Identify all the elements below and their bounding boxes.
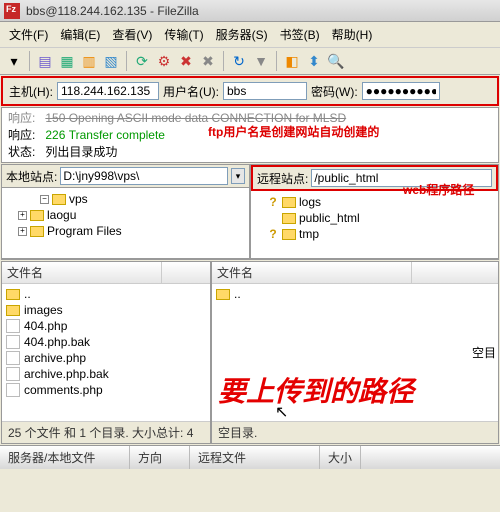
col-size[interactable]: 大小 bbox=[320, 446, 361, 469]
folder-icon bbox=[52, 194, 66, 205]
folder-up-icon bbox=[6, 289, 20, 300]
folder-icon bbox=[282, 213, 296, 224]
tree-node[interactable]: tmp bbox=[299, 227, 319, 241]
message-log: 响应: 150 Opening ASCII mode data CONNECTI… bbox=[1, 107, 499, 163]
transfer-queue-header: 服务器/本地文件 方向 远程文件 大小 bbox=[0, 445, 500, 469]
folder-icon bbox=[282, 197, 296, 208]
reconnect-icon[interactable]: ↻ bbox=[229, 51, 249, 71]
col-direction[interactable]: 方向 bbox=[130, 446, 190, 469]
local-pane: 本地站点: ▾ − vps + laogu + Program Files bbox=[1, 164, 250, 260]
annotation-ftp-user: ftp用户名是创建网站自动创建的 bbox=[208, 124, 379, 141]
list-item[interactable]: archive.php bbox=[24, 351, 86, 365]
menu-server[interactable]: 服务器(S) bbox=[213, 25, 271, 44]
unknown-icon: ? bbox=[267, 195, 279, 209]
pass-input[interactable] bbox=[362, 82, 440, 100]
list-item[interactable]: .. bbox=[24, 287, 31, 301]
folder-icon bbox=[30, 226, 44, 237]
menu-bookmarks[interactable]: 书签(B) bbox=[277, 25, 323, 44]
user-input[interactable] bbox=[223, 82, 307, 100]
local-list-header: 文件名 bbox=[2, 262, 210, 284]
window-title: bbs@118.244.162.135 - FileZilla bbox=[26, 4, 199, 18]
local-tree[interactable]: − vps + laogu + Program Files bbox=[2, 188, 249, 259]
app-icon bbox=[4, 3, 20, 19]
disconnect-icon[interactable]: ✖ bbox=[198, 51, 218, 71]
php-file-icon bbox=[6, 383, 20, 397]
remote-file-pane: 文件名 .. 空目 空目录. bbox=[211, 261, 499, 444]
folder-icon bbox=[282, 229, 296, 240]
local-file-list[interactable]: .. images 404.php 404.php.bak archive.ph… bbox=[2, 284, 210, 421]
tree-node[interactable]: vps bbox=[69, 192, 88, 206]
toggle-log-icon[interactable]: ▦ bbox=[57, 51, 77, 71]
compare-icon[interactable]: ◧ bbox=[282, 51, 302, 71]
process-queue-icon[interactable]: ⚙ bbox=[154, 51, 174, 71]
annotation-web-path: web程序路径 bbox=[403, 181, 474, 198]
list-item[interactable]: archive.php.bak bbox=[24, 367, 109, 381]
local-site-label: 本地站点: bbox=[6, 168, 57, 185]
log-line: 状态: 列出目录成功 bbox=[8, 144, 492, 161]
menu-edit[interactable]: 编辑(E) bbox=[57, 25, 103, 44]
toggle-tree-icon[interactable]: ▥ bbox=[79, 51, 99, 71]
col-filename[interactable]: 文件名 bbox=[2, 262, 162, 283]
dropdown-icon[interactable]: ▾ bbox=[231, 168, 245, 184]
toolbar: ▾ ▤ ▦ ▥ ▧ ⟳ ⚙ ✖ ✖ ↻ ▼ ◧ ⬍ 🔍 bbox=[0, 48, 500, 75]
sitemanager-icon[interactable]: ▤ bbox=[35, 51, 55, 71]
tree-node[interactable]: logs bbox=[299, 195, 321, 209]
folder-icon bbox=[30, 210, 44, 221]
filter-icon[interactable]: ▼ bbox=[251, 51, 271, 71]
folder-up-icon bbox=[216, 289, 230, 300]
menu-help[interactable]: 帮助(H) bbox=[329, 25, 376, 44]
pass-label: 密码(W): bbox=[311, 83, 358, 100]
col-remote-file[interactable]: 远程文件 bbox=[190, 446, 320, 469]
local-status: 25 个文件 和 1 个目录. 大小总计: 4 bbox=[2, 421, 210, 443]
host-input[interactable] bbox=[57, 82, 159, 100]
collapse-icon[interactable]: − bbox=[40, 195, 49, 204]
col-server-local[interactable]: 服务器/本地文件 bbox=[0, 446, 130, 469]
quickconnect-bar: 主机(H): 用户名(U): 密码(W): bbox=[1, 76, 499, 106]
host-label: 主机(H): bbox=[9, 83, 53, 100]
toggle-queue-icon[interactable]: ▧ bbox=[101, 51, 121, 71]
list-item[interactable]: comments.php bbox=[24, 383, 103, 397]
connect-icon[interactable]: ▾ bbox=[4, 51, 24, 71]
list-item[interactable]: images bbox=[24, 303, 63, 317]
file-icon bbox=[6, 335, 20, 349]
sync-icon[interactable]: ⬍ bbox=[304, 51, 324, 71]
tree-node[interactable]: public_html bbox=[299, 211, 360, 225]
expand-icon[interactable]: + bbox=[18, 211, 27, 220]
menu-view[interactable]: 查看(V) bbox=[109, 25, 155, 44]
search-icon[interactable]: 🔍 bbox=[326, 51, 346, 71]
menubar: 文件(F) 编辑(E) 查看(V) 传输(T) 服务器(S) 书签(B) 帮助(… bbox=[0, 22, 500, 48]
menu-transfer[interactable]: 传输(T) bbox=[161, 25, 206, 44]
list-item[interactable]: 404.php bbox=[24, 319, 67, 333]
list-item[interactable]: 404.php.bak bbox=[24, 335, 90, 349]
file-icon bbox=[6, 367, 20, 381]
remote-status: 空目录. bbox=[212, 421, 498, 443]
annotation-upload-path: 要上传到的路径 bbox=[218, 370, 414, 410]
local-file-pane: 文件名 .. images 404.php 404.php.bak archiv… bbox=[1, 261, 211, 444]
user-label: 用户名(U): bbox=[163, 83, 219, 100]
remote-list-header: 文件名 bbox=[212, 262, 498, 284]
err-text: 空目 bbox=[472, 344, 496, 361]
refresh-icon[interactable]: ⟳ bbox=[132, 51, 152, 71]
col-filename[interactable]: 文件名 bbox=[212, 262, 412, 283]
folder-icon bbox=[6, 305, 20, 316]
remote-pane: 远程站点: ? logs public_html ? tmp bbox=[250, 164, 499, 260]
tree-node[interactable]: Program Files bbox=[47, 224, 122, 238]
php-file-icon bbox=[6, 319, 20, 333]
remote-tree[interactable]: ? logs public_html ? tmp bbox=[251, 191, 498, 259]
remote-site-label: 远程站点: bbox=[257, 170, 308, 187]
expand-icon[interactable]: + bbox=[18, 227, 27, 236]
cancel-icon[interactable]: ✖ bbox=[176, 51, 196, 71]
unknown-icon: ? bbox=[267, 227, 279, 241]
menu-file[interactable]: 文件(F) bbox=[6, 25, 51, 44]
local-path-input[interactable] bbox=[60, 167, 228, 185]
list-item[interactable]: .. bbox=[234, 287, 241, 301]
php-file-icon bbox=[6, 351, 20, 365]
tree-node[interactable]: laogu bbox=[47, 208, 76, 222]
